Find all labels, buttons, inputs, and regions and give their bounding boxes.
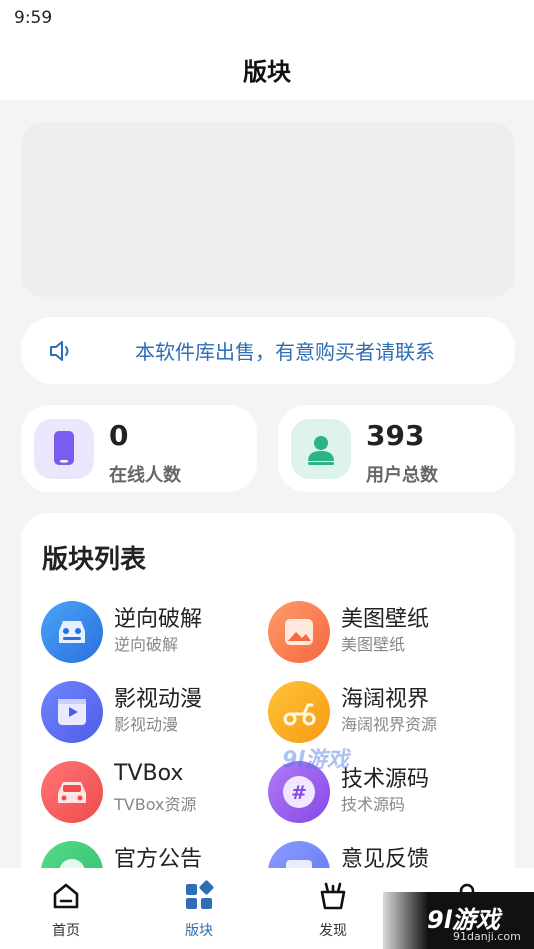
board-item-wallpaper[interactable]: 美图壁纸 美图壁纸 xyxy=(268,601,492,671)
svg-text:#: # xyxy=(291,782,307,804)
board-list-title: 版块列表 xyxy=(42,545,147,575)
tab-label: 首页 xyxy=(52,923,80,939)
board-desc: 影视动漫 xyxy=(114,715,179,734)
user-total-card: 393 用户总数 xyxy=(278,405,515,492)
watermark-logo: 9l游戏 xyxy=(282,748,349,773)
online-count-card: 0 在线人数 xyxy=(21,405,257,492)
car-icon xyxy=(41,601,103,663)
board-name: 技术源码 xyxy=(341,767,430,792)
speaker-icon xyxy=(50,341,69,361)
board-name: 美图壁纸 xyxy=(341,607,430,632)
board-item-tvbox[interactable]: TVBox TVBox资源 xyxy=(41,761,265,831)
board-item-haikuo[interactable]: 海阔视界 海阔视界资源 xyxy=(268,681,492,751)
video-icon xyxy=(41,681,103,743)
tab-home[interactable]: 首页 xyxy=(16,868,116,949)
scooter-icon xyxy=(268,681,330,743)
board-desc: 海阔视界资源 xyxy=(341,715,438,734)
tab-discover[interactable]: 发现 xyxy=(283,868,383,949)
board-name: TVBox xyxy=(114,761,184,786)
board-desc: 技术源码 xyxy=(341,795,406,814)
board-item-video[interactable]: 影视动漫 影视动漫 xyxy=(41,681,265,751)
brand-watermark-badge: 9l游戏 91danji.com xyxy=(383,892,534,949)
tab-label: 发现 xyxy=(319,923,347,939)
board-name: 逆向破解 xyxy=(114,607,203,632)
grid-icon xyxy=(186,880,214,909)
notice-bar[interactable]: 本软件库出售，有意购买者请联系 xyxy=(21,317,515,384)
tab-label: 版块 xyxy=(185,923,213,939)
user-total-label: 用户总数 xyxy=(366,465,438,486)
tab-boards[interactable]: 版块 xyxy=(149,868,249,949)
banner-placeholder[interactable] xyxy=(21,122,515,297)
user-badge-icon xyxy=(291,419,351,479)
online-count-value: 0 xyxy=(109,419,129,452)
phone-icon xyxy=(34,419,94,479)
online-count-label: 在线人数 xyxy=(109,465,181,486)
board-name: 海阔视界 xyxy=(341,687,430,712)
status-time: 9:59 xyxy=(14,8,53,28)
board-desc: 美图壁纸 xyxy=(341,635,406,654)
board-name: 影视动漫 xyxy=(114,687,203,712)
car-front-icon xyxy=(41,761,103,823)
board-desc: 逆向破解 xyxy=(114,635,179,654)
notice-text: 本软件库出售，有意购买者请联系 xyxy=(135,340,435,364)
image-icon xyxy=(268,601,330,663)
board-item-reverse[interactable]: 逆向破解 逆向破解 xyxy=(41,601,265,671)
board-desc: TVBox资源 xyxy=(114,795,197,814)
app-header: 版块 xyxy=(0,38,534,100)
user-total-value: 393 xyxy=(366,419,425,452)
status-bar: 9:59 xyxy=(0,0,534,38)
brand-badge-url: 91danji.com xyxy=(453,930,521,943)
page-title: 版块 xyxy=(243,58,291,86)
home-icon xyxy=(53,883,79,909)
basket-icon xyxy=(320,882,346,910)
